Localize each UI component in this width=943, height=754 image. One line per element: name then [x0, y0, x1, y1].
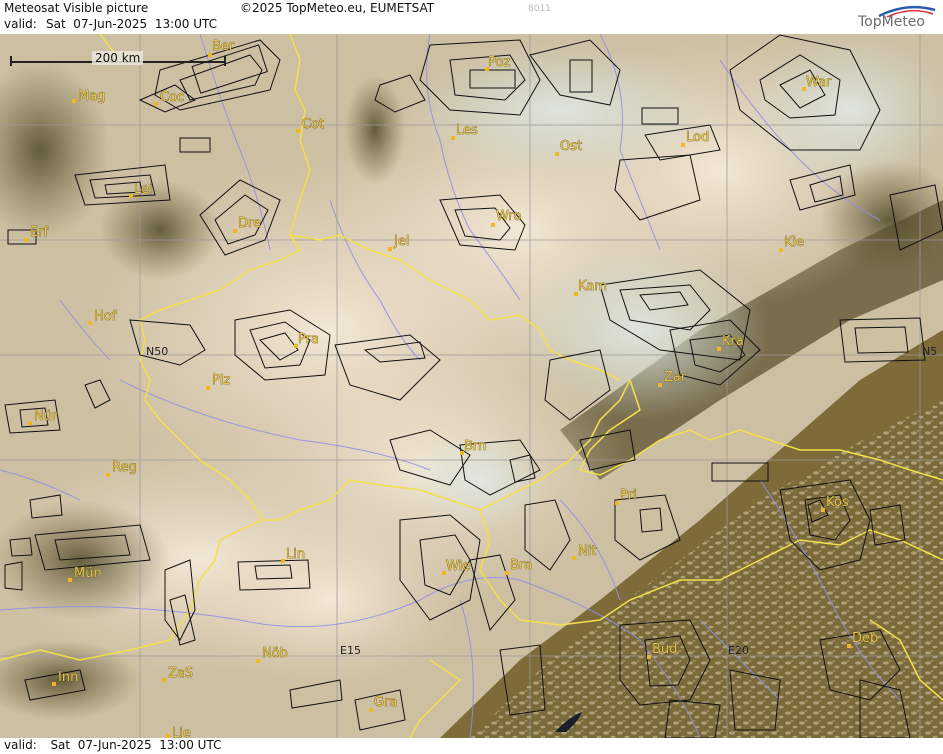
- city-label-nur: Nür: [34, 409, 58, 424]
- city-label-mun: Mün: [74, 566, 102, 581]
- city-marker-kie: [779, 248, 783, 252]
- city-marker-jel: [388, 247, 392, 251]
- city-marker-les: [451, 136, 455, 140]
- city-label-nit: Nit: [578, 544, 596, 559]
- lon-label-e20: E20: [728, 644, 749, 657]
- city-label-cot: Cot: [302, 117, 324, 132]
- city-label-deb: Deb: [852, 631, 878, 646]
- copyright: ©2025 TopMeteo.eu, EUMETSAT: [240, 1, 435, 15]
- city-marker-erf: [24, 238, 28, 242]
- city-label-bud: Bud: [652, 642, 677, 657]
- city-label-pra: Pra: [298, 332, 319, 347]
- city-label-kam: Kam: [578, 279, 607, 294]
- city-marker-dre: [233, 229, 237, 233]
- city-label-kos: Kos: [826, 495, 849, 510]
- city-marker-gra: [369, 708, 373, 712]
- city-label-lin: Lin: [286, 547, 305, 562]
- city-marker-hof: [88, 321, 92, 325]
- city-marker-pri: [615, 501, 619, 505]
- map-title: Meteosat Visible picture: [4, 1, 149, 15]
- header: Meteosat Visible picture ©2025 TopMeteo.…: [0, 0, 943, 35]
- city-marker-lei: [129, 194, 133, 198]
- lat-label-n50: N50: [146, 345, 168, 358]
- satellite-map[interactable]: N50 N5 E15 E20 BerMag CocCotPozWarLesOstL…: [0, 34, 943, 738]
- footer: valid: Sat 07-Jun-2025 13:00 UTC: [0, 738, 943, 754]
- city-marker-lod: [681, 143, 685, 147]
- city-label-ost: Ost: [560, 139, 582, 154]
- cloud-mass: [400, 40, 720, 180]
- city-marker-reg: [106, 473, 110, 477]
- city-label-les: Les: [456, 123, 478, 138]
- city-label-mag: Mag: [78, 89, 105, 104]
- city-marker-nit: [572, 556, 576, 560]
- city-label-hof: Hof: [94, 309, 117, 324]
- city-label-lod: Lod: [686, 130, 709, 145]
- city-marker-coc: [154, 102, 158, 106]
- cloud-mass: [190, 510, 470, 690]
- city-marker-kra: [717, 347, 721, 351]
- clear-land-patch: [100, 180, 220, 280]
- city-marker-bra: [505, 571, 509, 575]
- map-frame: Meteosat Visible picture ©2025 TopMeteo.…: [0, 0, 943, 754]
- city-label-war: War: [806, 75, 832, 90]
- scale-bar-label: 200 km: [92, 51, 144, 65]
- city-label-lei: Lei: [134, 182, 153, 197]
- city-marker-deb: [847, 644, 851, 648]
- city-label-lie: Lie: [172, 726, 191, 738]
- city-label-gra: Gra: [374, 695, 397, 710]
- city-marker-ost: [555, 152, 559, 156]
- city-label-brn: Brn: [464, 439, 486, 454]
- scale-bar-tick: [10, 56, 12, 66]
- lon-label-e15: E15: [340, 644, 361, 657]
- city-marker-inn: [52, 682, 56, 686]
- city-marker-plz: [206, 386, 210, 390]
- valid-label: valid:: [4, 17, 37, 31]
- image-code: 8011: [528, 4, 551, 14]
- city-marker-mun: [68, 578, 72, 582]
- scale-bar-tick: [224, 56, 226, 66]
- footer-valid: valid: Sat 07-Jun-2025 13:00 UTC: [4, 738, 221, 752]
- city-marker-mag: [72, 99, 76, 103]
- logo-text: TopMeteo: [858, 14, 925, 30]
- city-label-zar: Zar: [664, 370, 687, 385]
- footer-valid-time: Sat 07-Jun-2025 13:00 UTC: [50, 738, 222, 752]
- city-marker-lin: [281, 559, 285, 563]
- city-label-inn: Inn: [58, 670, 78, 685]
- city-marker-nur: [28, 421, 32, 425]
- city-label-bra: Bra: [510, 558, 532, 573]
- city-marker-cot: [296, 129, 300, 133]
- city-marker-kos: [821, 508, 825, 512]
- city-label-kie: Kie: [784, 235, 804, 250]
- city-marker-nob: [256, 659, 260, 663]
- city-marker-bud: [647, 655, 651, 659]
- city-label-zas: ZaS: [168, 666, 193, 681]
- city-label-jel: Jel: [393, 234, 409, 249]
- city-label-wie: Wie: [446, 559, 470, 574]
- footer-valid-label: valid:: [4, 738, 37, 752]
- scale-bar: 200 km: [10, 51, 226, 68]
- clear-land-patch: [345, 75, 405, 185]
- city-marker-zas: [162, 678, 166, 682]
- city-marker-wro: [491, 223, 495, 227]
- city-label-wro: Wro: [496, 209, 521, 224]
- city-label-reg: Reg: [112, 460, 137, 475]
- city-label-kra: Kra: [722, 334, 744, 349]
- city-label-dre: Dre: [238, 216, 261, 231]
- city-marker-zar: [658, 383, 662, 387]
- city-label-poz: Poz: [488, 55, 510, 70]
- city-label-plz: Plz: [212, 373, 230, 388]
- city-label-nob: Nöb: [262, 646, 288, 661]
- cloud-mass: [510, 240, 770, 420]
- city-label-coc: Coc: [160, 90, 184, 105]
- lat-label-right: N5: [922, 345, 937, 358]
- city-label-pri: Pri: [620, 488, 637, 503]
- valid-time: Sat 07-Jun-2025 13:00 UTC: [46, 17, 218, 31]
- city-label-erf: Erf: [30, 225, 49, 240]
